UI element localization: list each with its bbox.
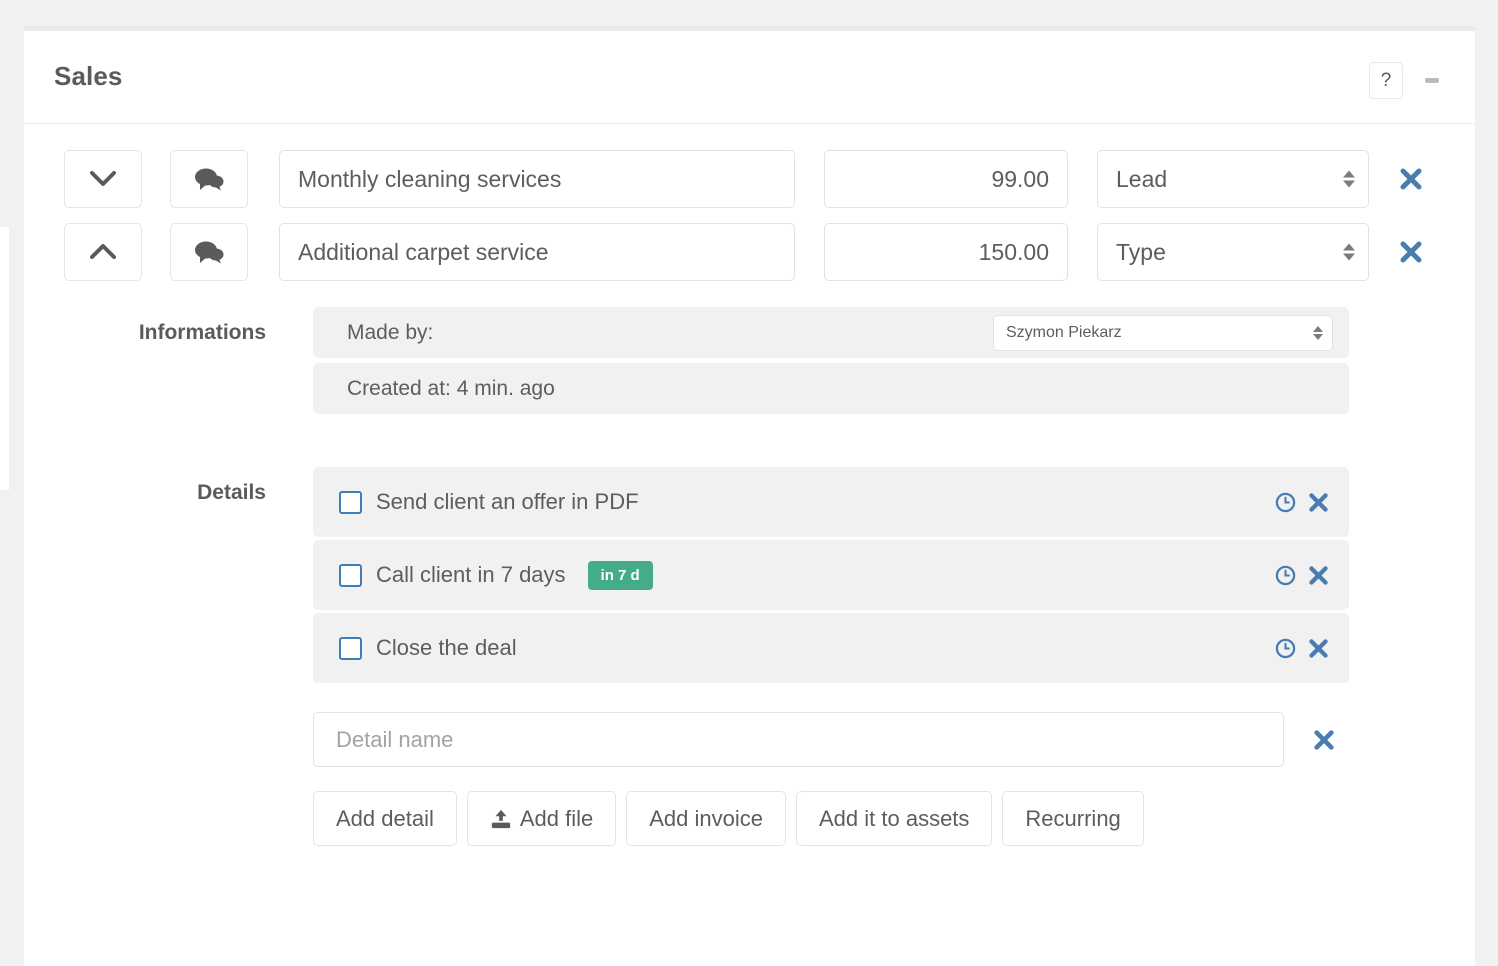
detail-schedule-button[interactable] [1275, 638, 1296, 659]
new-detail-row [313, 712, 1475, 767]
informations-section: Informations Made by: Szymon Piekarz Cre… [24, 307, 1475, 419]
item-row: Type [24, 223, 1475, 281]
clock-icon [1275, 565, 1296, 586]
remove-item-button[interactable] [1399, 240, 1423, 264]
detail-checkbox[interactable] [339, 564, 362, 587]
item-type-select[interactable]: Type [1097, 223, 1369, 281]
comment-icon [194, 240, 224, 264]
detail-remove-button[interactable] [1308, 638, 1329, 659]
item-type-select[interactable]: Lead [1097, 150, 1369, 208]
add-to-assets-label: Add it to assets [819, 806, 969, 832]
clock-icon [1275, 492, 1296, 513]
detail-actions [1275, 638, 1329, 659]
add-detail-label: Add detail [336, 806, 434, 832]
detail-checkbox[interactable] [339, 637, 362, 660]
close-icon [1308, 638, 1329, 659]
comment-button[interactable] [170, 223, 248, 281]
detail-remove-button[interactable] [1308, 492, 1329, 513]
detail-text: Send client an offer in PDF [376, 489, 639, 515]
detail-schedule-button[interactable] [1275, 492, 1296, 513]
item-row: Lead [24, 150, 1475, 208]
made-by-select[interactable]: Szymon Piekarz [993, 315, 1333, 351]
details-section: Details Send client an offer in PDF [24, 467, 1475, 846]
close-icon [1308, 565, 1329, 586]
item-name-input[interactable] [279, 223, 795, 281]
item-type-select-wrap: Lead [1097, 150, 1369, 208]
detail-remove-button[interactable] [1308, 565, 1329, 586]
detail-schedule-button[interactable] [1275, 565, 1296, 586]
item-price-input[interactable] [824, 223, 1068, 281]
clear-new-detail-button[interactable] [1313, 729, 1335, 751]
page-title: Sales [54, 61, 122, 92]
made-by-row: Made by: Szymon Piekarz [313, 307, 1349, 358]
created-at-text: Created at: 4 min. ago [347, 377, 1333, 401]
panel-header: Sales ? [24, 31, 1475, 124]
help-button[interactable]: ? [1369, 62, 1403, 99]
add-to-assets-button[interactable]: Add it to assets [796, 791, 992, 846]
detail-text: Close the deal [376, 635, 517, 661]
item-type-select-wrap: Type [1097, 223, 1369, 281]
close-icon [1399, 240, 1423, 264]
item-price-input[interactable] [824, 150, 1068, 208]
add-file-label: Add file [520, 806, 593, 832]
panel-body: Lead [24, 124, 1475, 886]
remove-item-button[interactable] [1399, 167, 1423, 191]
item-name-input[interactable] [279, 150, 795, 208]
add-file-button[interactable]: Add file [467, 791, 616, 846]
comment-button[interactable] [170, 150, 248, 208]
chevron-up-icon [90, 244, 116, 260]
detail-actions [1275, 492, 1329, 513]
minimize-button[interactable] [1419, 62, 1445, 99]
collapse-toggle-button[interactable] [64, 150, 142, 208]
detail-row: Call client in 7 days in 7 d [313, 540, 1349, 610]
informations-content: Made by: Szymon Piekarz Created at: 4 mi… [313, 307, 1475, 419]
details-label: Details [64, 467, 313, 846]
comment-icon [194, 167, 224, 191]
close-icon [1399, 167, 1423, 191]
add-invoice-button[interactable]: Add invoice [626, 791, 786, 846]
chevron-down-icon [90, 171, 116, 187]
detail-name-input[interactable] [313, 712, 1284, 767]
collapse-toggle-button[interactable] [64, 223, 142, 281]
details-content: Send client an offer in PDF [313, 467, 1475, 846]
close-icon [1313, 729, 1335, 751]
detail-checkbox[interactable] [339, 491, 362, 514]
left-edge-strip [0, 227, 9, 490]
made-by-select-wrap: Szymon Piekarz [993, 315, 1333, 351]
created-at-row: Created at: 4 min. ago [313, 363, 1349, 414]
detail-actions [1275, 565, 1329, 586]
add-invoice-label: Add invoice [649, 806, 763, 832]
made-by-label: Made by: [347, 321, 993, 345]
minimize-icon [1425, 78, 1439, 83]
status-badge: in 7 d [588, 561, 653, 590]
recurring-button[interactable]: Recurring [1002, 791, 1143, 846]
details-action-buttons: Add detail Add file Add invoice Add it t… [313, 791, 1475, 846]
sales-panel: Sales ? [24, 26, 1475, 966]
upload-icon [490, 808, 512, 830]
clock-icon [1275, 638, 1296, 659]
header-tools: ? [1369, 62, 1445, 99]
detail-row: Close the deal [313, 613, 1349, 683]
close-icon [1308, 492, 1329, 513]
recurring-label: Recurring [1025, 806, 1120, 832]
detail-row: Send client an offer in PDF [313, 467, 1349, 537]
add-detail-button[interactable]: Add detail [313, 791, 457, 846]
detail-text: Call client in 7 days [376, 562, 566, 588]
informations-label: Informations [64, 307, 313, 419]
